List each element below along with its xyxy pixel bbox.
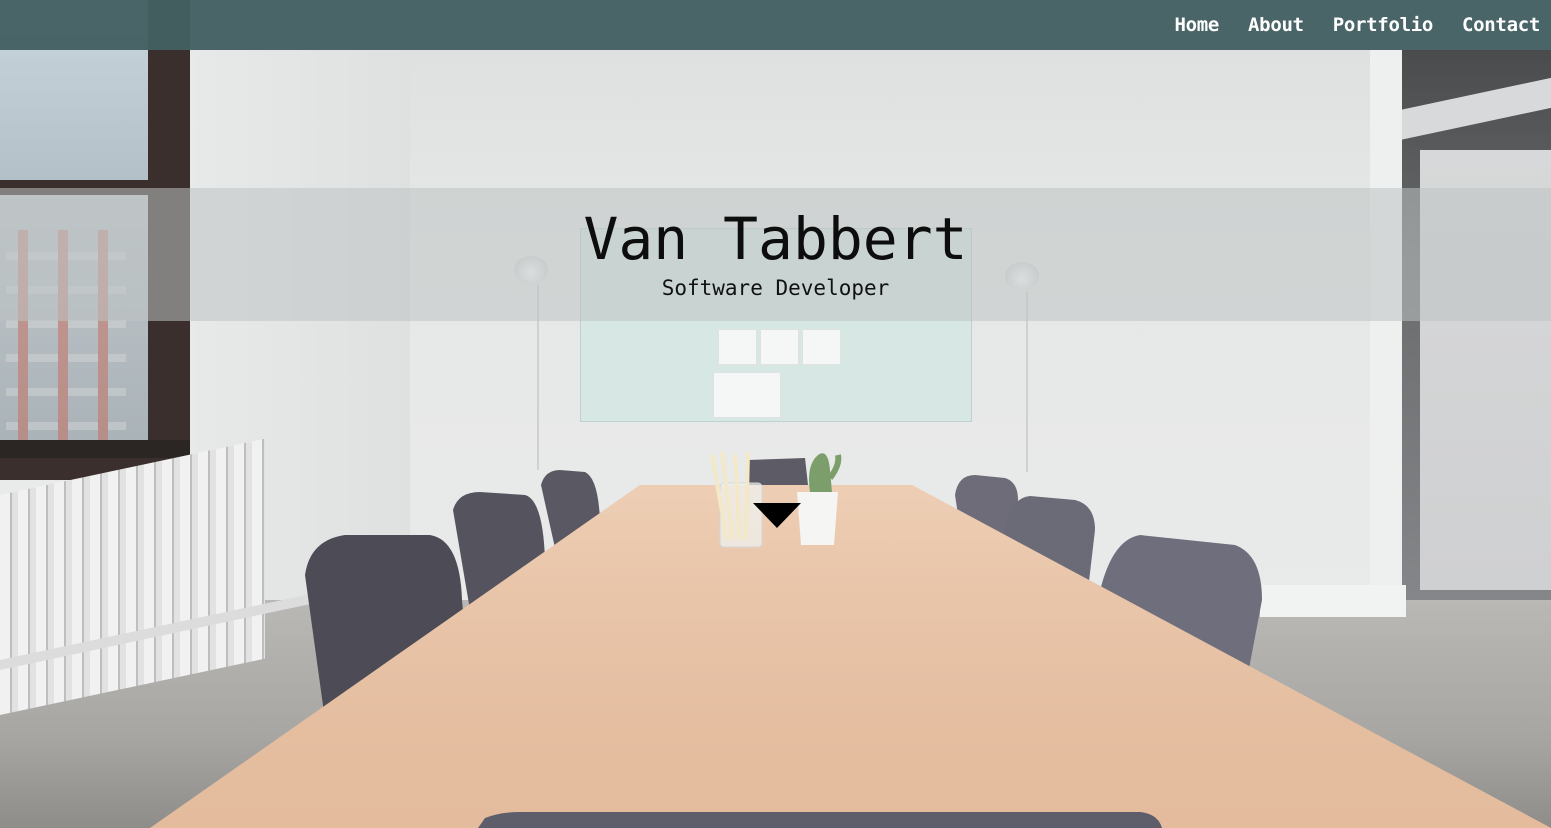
hero-name: Van Tabbert bbox=[583, 205, 968, 273]
chair-near bbox=[478, 812, 1162, 828]
nav-link-home[interactable]: Home bbox=[1174, 14, 1219, 36]
nav-link-portfolio[interactable]: Portfolio bbox=[1333, 14, 1434, 36]
nav-link-about[interactable]: About bbox=[1248, 14, 1304, 36]
page: Van Tabbert Software Developer Home Abou… bbox=[0, 0, 1551, 828]
conference-table-scene bbox=[0, 0, 1551, 828]
hero-job-title: Software Developer bbox=[661, 276, 890, 300]
top-navbar: Home About Portfolio Contact bbox=[0, 0, 1551, 50]
cactus-pot bbox=[797, 492, 838, 545]
nav-link-contact[interactable]: Contact bbox=[1462, 14, 1540, 36]
triangle-down-icon[interactable] bbox=[753, 503, 801, 528]
cactus bbox=[809, 453, 832, 492]
hero-background-image bbox=[0, 0, 1551, 828]
table-and-chairs bbox=[150, 451, 1551, 828]
cactus-arm bbox=[827, 454, 842, 480]
